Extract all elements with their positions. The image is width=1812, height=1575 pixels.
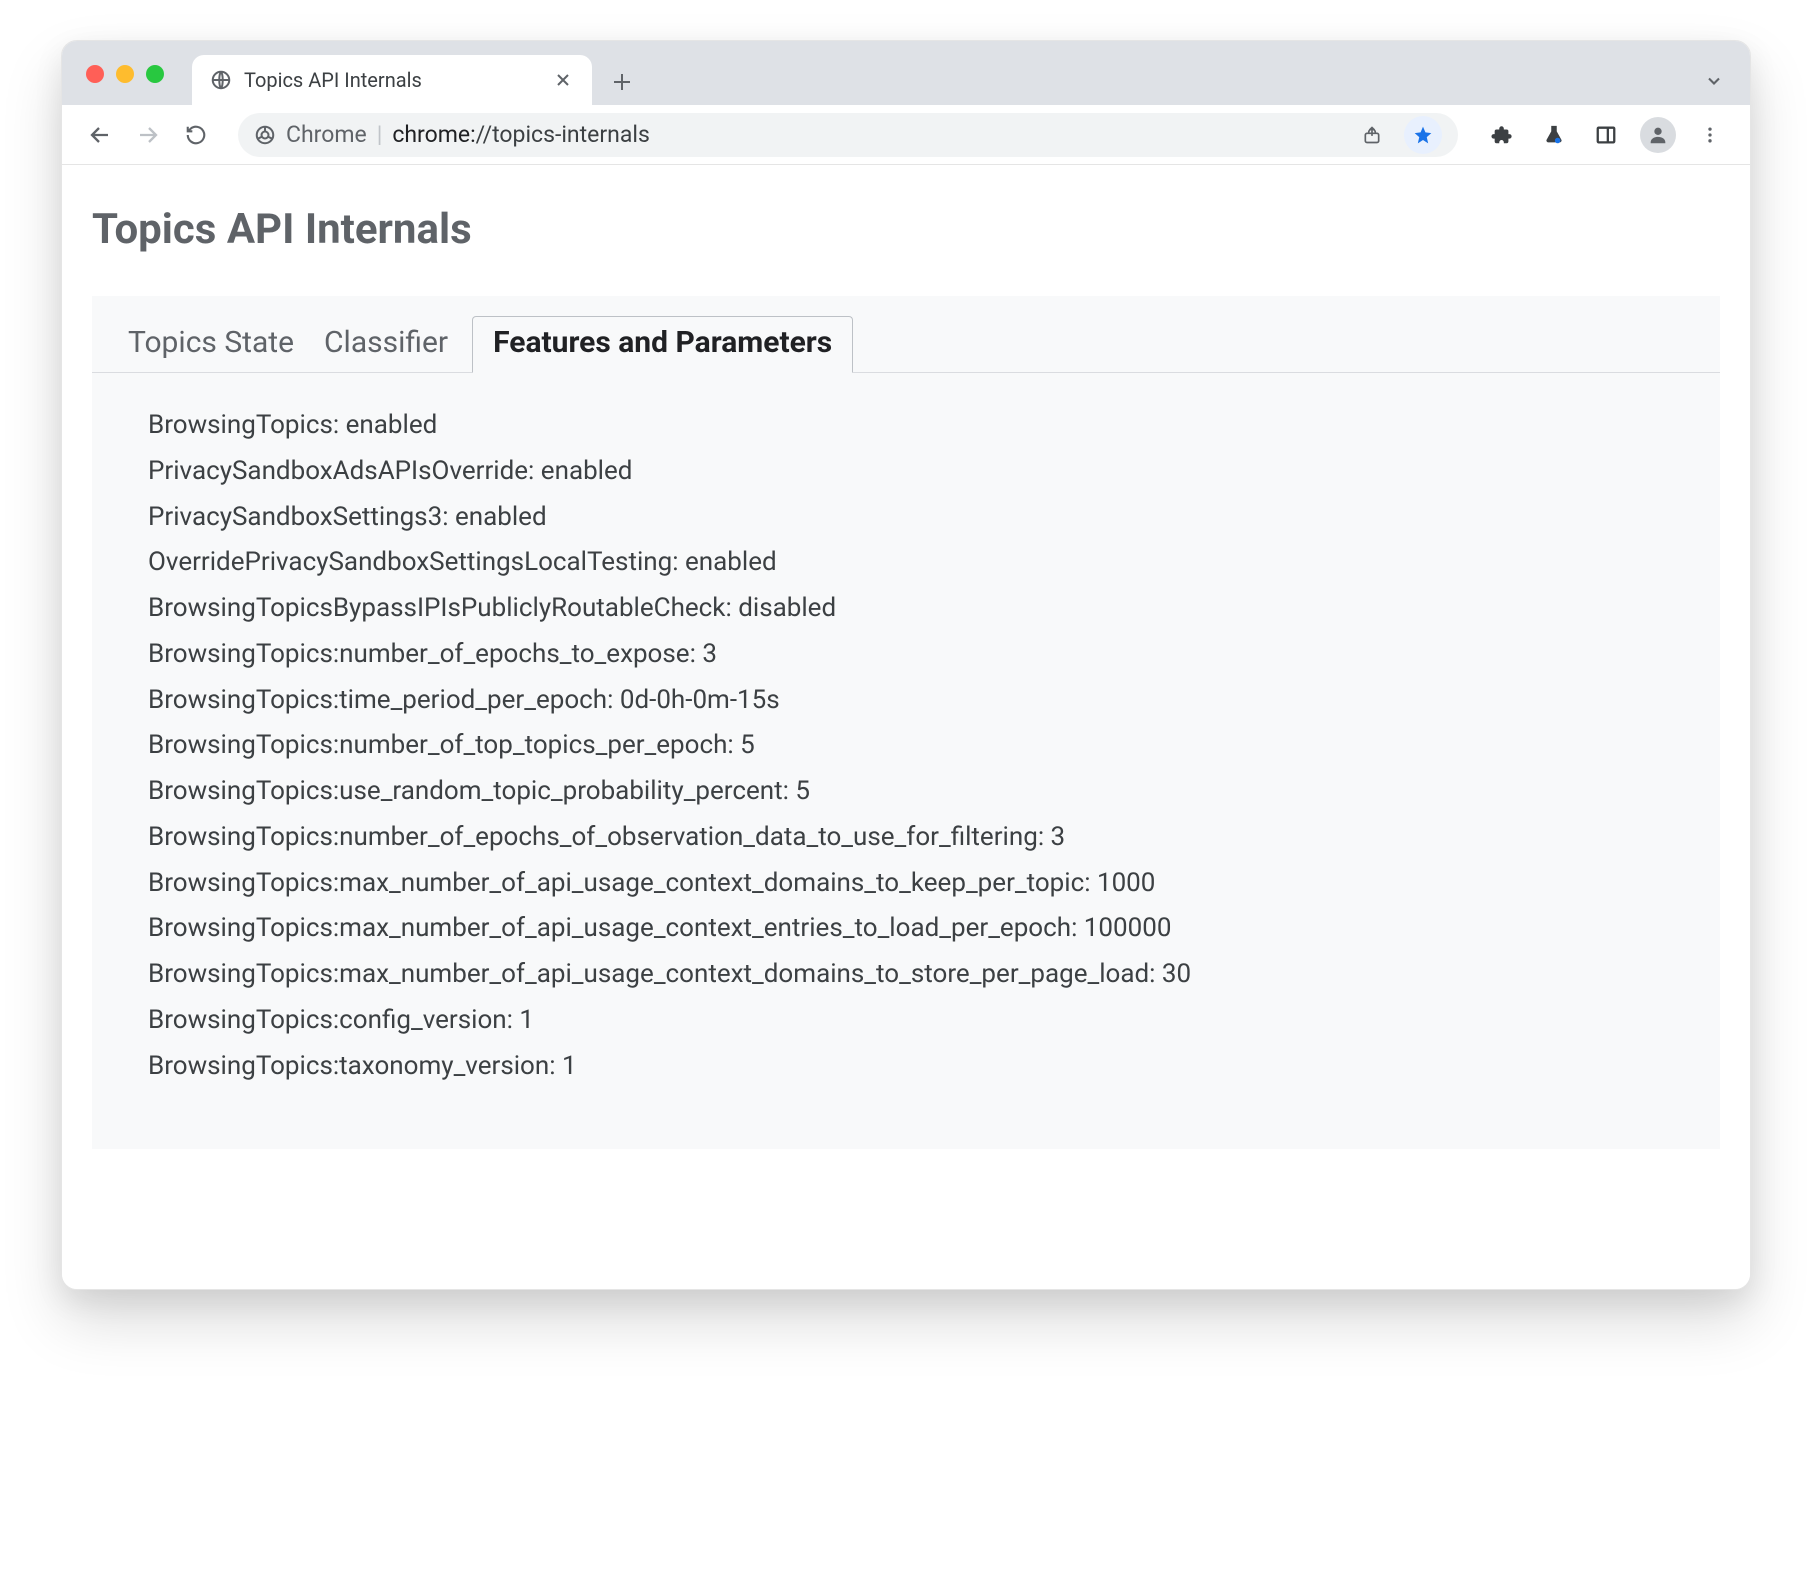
param-row: PrivacySandboxSettings3: enabled <box>148 495 1664 541</box>
menu-button[interactable] <box>1688 113 1732 157</box>
param-row: BrowsingTopics:max_number_of_api_usage_c… <box>148 906 1664 952</box>
page-title: Topics API Internals <box>92 205 1720 254</box>
param-row: BrowsingTopics:number_of_epochs_of_obser… <box>148 815 1664 861</box>
tab-strip: Topics API Internals <box>62 41 1750 105</box>
param-row: BrowsingTopics:use_random_topic_probabil… <box>148 769 1664 815</box>
window-controls <box>76 65 164 105</box>
globe-icon <box>210 69 232 91</box>
new-tab-button[interactable] <box>600 61 644 105</box>
forward-button[interactable] <box>128 115 168 155</box>
address-bar[interactable]: Chrome | chrome://topics-internals <box>238 113 1458 157</box>
tab-search-button[interactable] <box>1704 71 1736 105</box>
chrome-icon <box>254 124 276 146</box>
extensions-icon[interactable] <box>1480 113 1524 157</box>
bookmark-button[interactable] <box>1404 116 1442 154</box>
param-row: OverridePrivacySandboxSettingsLocalTesti… <box>148 540 1664 586</box>
browser-window: Topics API Internals Chrome <box>61 40 1751 1290</box>
omnibox-label: Chrome <box>286 121 367 148</box>
avatar-icon <box>1640 117 1676 153</box>
reload-button[interactable] <box>176 115 216 155</box>
omnibox-text: Chrome | chrome://topics-internals <box>286 121 1340 148</box>
param-row: BrowsingTopics: enabled <box>148 403 1664 449</box>
param-row: BrowsingTopics:time_period_per_epoch: 0d… <box>148 678 1664 724</box>
share-icon[interactable] <box>1350 113 1394 157</box>
param-row: BrowsingTopics:taxonomy_version: 1 <box>148 1044 1664 1090</box>
omnibox-divider: | <box>375 121 385 148</box>
omnibox-path: //topics-internals <box>476 121 650 148</box>
side-panel-icon[interactable] <box>1584 113 1628 157</box>
window-minimize-button[interactable] <box>116 65 134 83</box>
window-close-button[interactable] <box>86 65 104 83</box>
labs-icon[interactable] <box>1532 113 1576 157</box>
omnibox-scheme: chrome: <box>392 121 475 148</box>
tab-close-button[interactable] <box>552 69 574 91</box>
toolbar: Chrome | chrome://topics-internals <box>62 105 1750 165</box>
tab-title: Topics API Internals <box>244 68 540 92</box>
tabs-row: Topics State Classifier Features and Par… <box>92 296 1720 373</box>
profile-button[interactable] <box>1636 113 1680 157</box>
page-content: Topics API Internals Topics State Classi… <box>62 165 1750 1289</box>
param-row: BrowsingTopicsBypassIPIsPubliclyRoutable… <box>148 586 1664 632</box>
parameters-list: BrowsingTopics: enabled PrivacySandboxAd… <box>92 373 1720 1149</box>
param-row: BrowsingTopics:max_number_of_api_usage_c… <box>148 952 1664 998</box>
tab-features-and-parameters[interactable]: Features and Parameters <box>472 316 853 373</box>
back-button[interactable] <box>80 115 120 155</box>
tab-classifier[interactable]: Classifier <box>318 317 454 372</box>
browser-tab[interactable]: Topics API Internals <box>192 55 592 105</box>
param-row: BrowsingTopics:number_of_epochs_to_expos… <box>148 632 1664 678</box>
param-row: PrivacySandboxAdsAPIsOverride: enabled <box>148 449 1664 495</box>
window-maximize-button[interactable] <box>146 65 164 83</box>
tab-topics-state[interactable]: Topics State <box>122 317 300 372</box>
param-row: BrowsingTopics:config_version: 1 <box>148 998 1664 1044</box>
param-row: BrowsingTopics:number_of_top_topics_per_… <box>148 723 1664 769</box>
param-row: BrowsingTopics:max_number_of_api_usage_c… <box>148 861 1664 907</box>
feature-panel: Topics State Classifier Features and Par… <box>92 296 1720 1149</box>
